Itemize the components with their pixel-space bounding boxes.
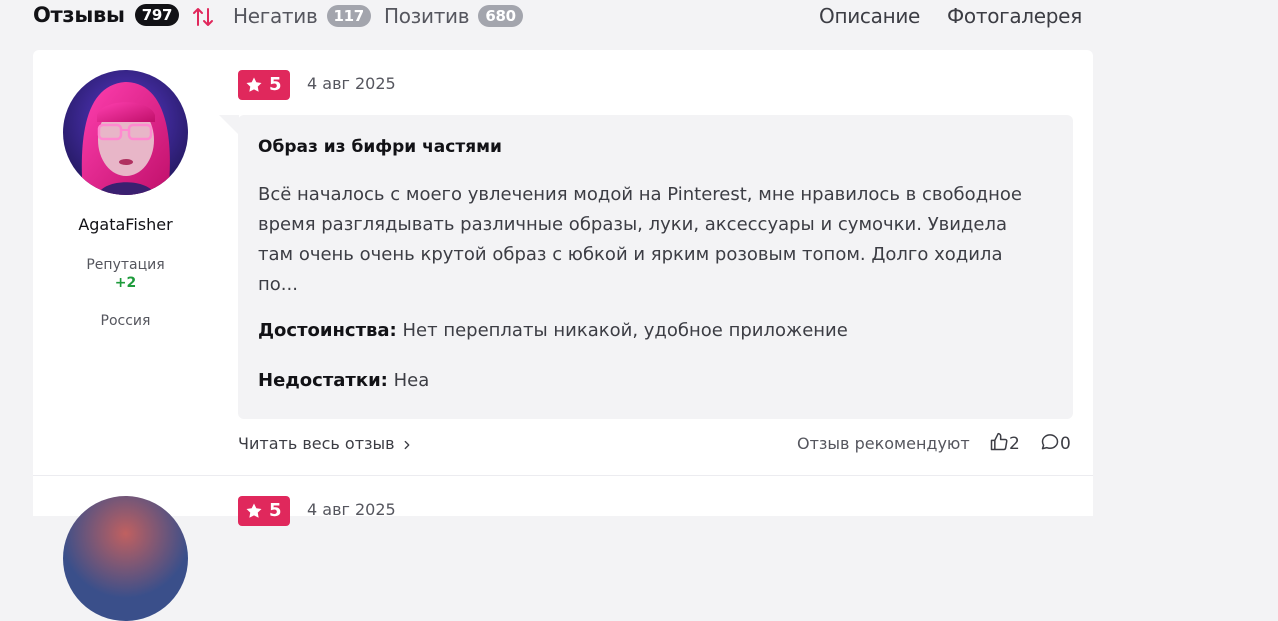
review-date: 4 авг 2025	[307, 74, 396, 93]
sort-icon[interactable]	[191, 5, 215, 29]
comments-button[interactable]: 0	[1040, 432, 1071, 454]
like-button[interactable]: 2	[989, 432, 1020, 454]
comment-icon	[1041, 434, 1059, 450]
reviews-count-badge: 797	[134, 4, 180, 26]
rating-badge-2: 5	[238, 496, 290, 526]
cons-label: Недостатки:	[258, 370, 388, 391]
read-more-label: Читать весь отзыв	[238, 434, 395, 453]
review-card-2	[33, 476, 1093, 516]
comments-count: 0	[1060, 434, 1071, 454]
review-text: Всё началось с моего увлечения модой на …	[258, 184, 1022, 295]
bubble-tail	[219, 115, 239, 135]
negative-count-badge: 117	[326, 5, 371, 27]
tab-reviews[interactable]: Отзывы 797	[33, 3, 180, 27]
read-more-link[interactable]: Читать весь отзыв	[238, 434, 414, 453]
reputation-label: Репутация	[86, 257, 165, 273]
thumbs-up-icon	[990, 432, 1008, 451]
recommend-label: Отзыв рекомендуют	[797, 434, 970, 453]
pros-label: Достоинства:	[258, 320, 397, 341]
review-card: AgataFisher Репутация +2 Россия 5 4 авг …	[33, 50, 1093, 476]
star-icon	[246, 77, 262, 92]
tab-positive[interactable]: Позитив 680	[384, 4, 523, 28]
positive-count-badge: 680	[478, 5, 523, 27]
rating-value-2: 5	[269, 500, 282, 521]
tab-reviews-label: Отзывы	[33, 3, 125, 27]
avatar-2[interactable]	[63, 496, 188, 621]
reputation-value: +2	[114, 275, 137, 291]
avatar[interactable]	[63, 70, 188, 195]
pros-text: Нет переплаты никакой, удобное приложени…	[402, 320, 848, 341]
tab-negative-label: Негатив	[233, 4, 318, 28]
reviews-tabs-bar: Отзывы 797 Негатив 117 Позитив 680 Описа…	[0, 0, 1278, 34]
tab-positive-label: Позитив	[384, 4, 470, 28]
avatar-image	[63, 70, 188, 195]
review-content[interactable]: Образ из бифри частями Всё началось с мо…	[238, 115, 1073, 419]
rating-badge: 5	[238, 70, 290, 100]
review-title[interactable]: Образ из бифри частями	[258, 137, 502, 157]
tab-description[interactable]: Описание	[819, 4, 920, 28]
rating-value: 5	[269, 74, 282, 95]
tab-gallery[interactable]: Фотогалерея	[947, 4, 1082, 28]
likes-count: 2	[1009, 434, 1020, 454]
tab-negative[interactable]: Негатив 117	[233, 4, 371, 28]
chevron-right-icon	[404, 440, 410, 450]
user-country: Россия	[100, 313, 151, 329]
review-cons: Недостатки: Неа	[258, 370, 429, 391]
star-icon	[246, 503, 262, 518]
cons-text: Неа	[393, 370, 430, 391]
review-date-2: 4 авг 2025	[307, 500, 396, 519]
username[interactable]: AgataFisher	[33, 215, 218, 234]
review-pros: Достоинства: Нет переплаты никакой, удоб…	[258, 320, 848, 341]
